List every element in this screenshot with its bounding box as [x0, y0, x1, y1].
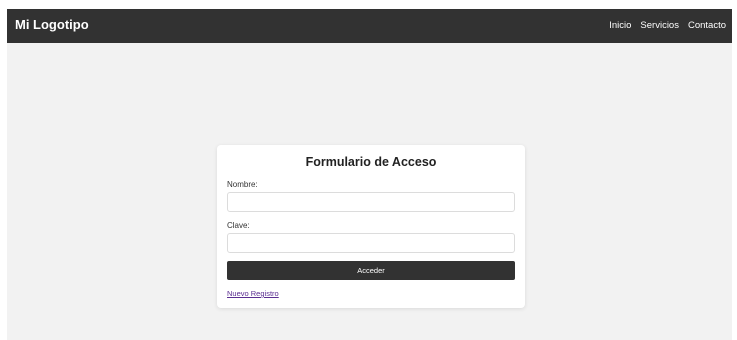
nav-link-contacto[interactable]: Contacto	[688, 19, 726, 32]
name-label: Nombre:	[227, 180, 258, 189]
navbar: Mi Logotipo Inicio Servicios Contacto	[7, 9, 732, 43]
nav-link-inicio[interactable]: Inicio	[609, 19, 631, 32]
form-title: Formulario de Acceso	[305, 155, 437, 169]
name-input[interactable]	[227, 192, 515, 212]
nav-menu: Inicio Servicios Contacto	[609, 19, 726, 32]
page: Mi Logotipo Inicio Servicios Contacto Fo…	[7, 9, 732, 340]
site-logo[interactable]: Mi Logotipo	[15, 17, 89, 33]
login-card: Formulario de Acceso Nombre: Clave: Acce…	[217, 145, 525, 308]
password-label: Clave:	[227, 221, 250, 230]
submit-button[interactable]: Acceder	[227, 261, 515, 280]
password-input[interactable]	[227, 233, 515, 253]
register-link[interactable]: Nuevo Registro	[227, 289, 279, 299]
nav-link-servicios[interactable]: Servicios	[640, 19, 679, 32]
